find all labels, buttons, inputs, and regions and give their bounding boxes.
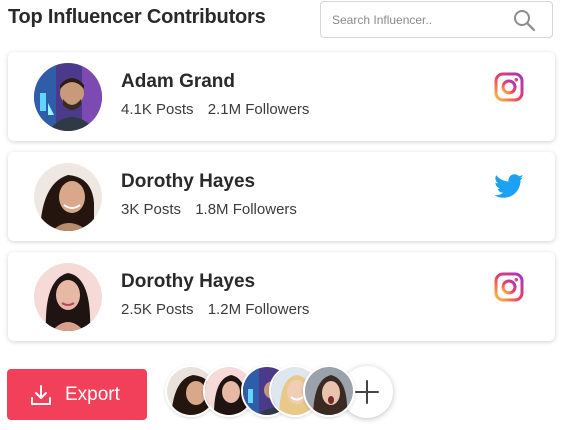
- influencer-stats: 4.1K Posts 2.1M Followers: [121, 101, 309, 118]
- plus-icon: [355, 380, 379, 404]
- followers-count: 1.2M Followers: [207, 301, 310, 318]
- influencer-stats: 2.5K Posts 1.2M Followers: [121, 301, 309, 318]
- posts-count: 2.5K Posts: [121, 301, 194, 318]
- avatar[interactable]: [34, 263, 102, 331]
- followers-count: 2.1M Followers: [207, 101, 310, 118]
- influencer-name: Dorothy Hayes: [121, 171, 256, 192]
- instagram-icon[interactable]: [493, 271, 525, 303]
- export-button[interactable]: Export: [7, 369, 147, 420]
- avatar[interactable]: [34, 63, 102, 131]
- download-icon: [31, 384, 51, 405]
- influencer-card[interactable]: Dorothy Hayes 2.5K Posts 1.2M Followers: [8, 252, 555, 341]
- posts-count: 4.1K Posts: [121, 101, 194, 118]
- influencer-stats: 3K Posts 1.8M Followers: [121, 201, 297, 218]
- influencer-name: Adam Grand: [121, 71, 236, 92]
- influencer-card[interactable]: Dorothy Hayes 3K Posts 1.8M Followers: [8, 152, 555, 241]
- page-title: Top Influencer Contributors: [8, 6, 266, 28]
- avatar[interactable]: [303, 365, 355, 417]
- posts-count: 3K Posts: [121, 201, 182, 218]
- followers-count: 1.8M Followers: [195, 201, 297, 218]
- influencer-name: Dorothy Hayes: [121, 271, 256, 292]
- avatar[interactable]: [34, 163, 102, 231]
- search-input[interactable]: [332, 12, 502, 27]
- search-box[interactable]: [320, 1, 553, 38]
- export-label: Export: [65, 383, 120, 405]
- search-icon[interactable]: [512, 8, 536, 32]
- influencer-card[interactable]: Adam Grand 4.1K Posts 2.1M Followers: [8, 52, 555, 141]
- twitter-icon[interactable]: [493, 171, 525, 203]
- instagram-icon[interactable]: [493, 71, 525, 103]
